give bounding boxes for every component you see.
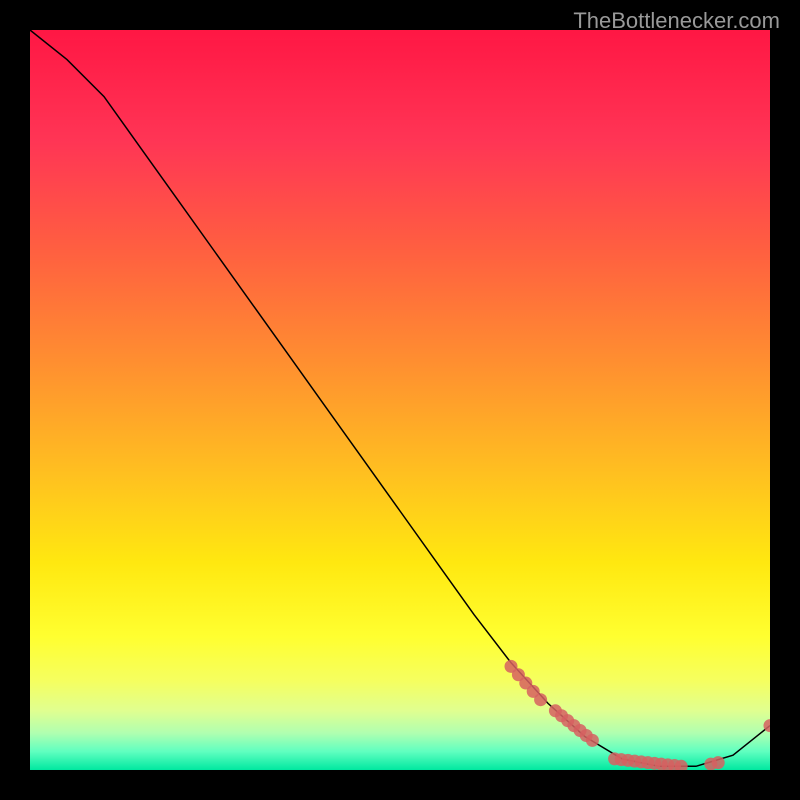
data-marker [712,756,725,769]
watermark-text: TheBottlenecker.com [573,8,780,34]
data-marker [586,734,599,747]
chart-container [30,30,770,770]
data-marker [534,693,547,706]
chart-svg [30,30,770,770]
gradient-background [30,30,770,770]
